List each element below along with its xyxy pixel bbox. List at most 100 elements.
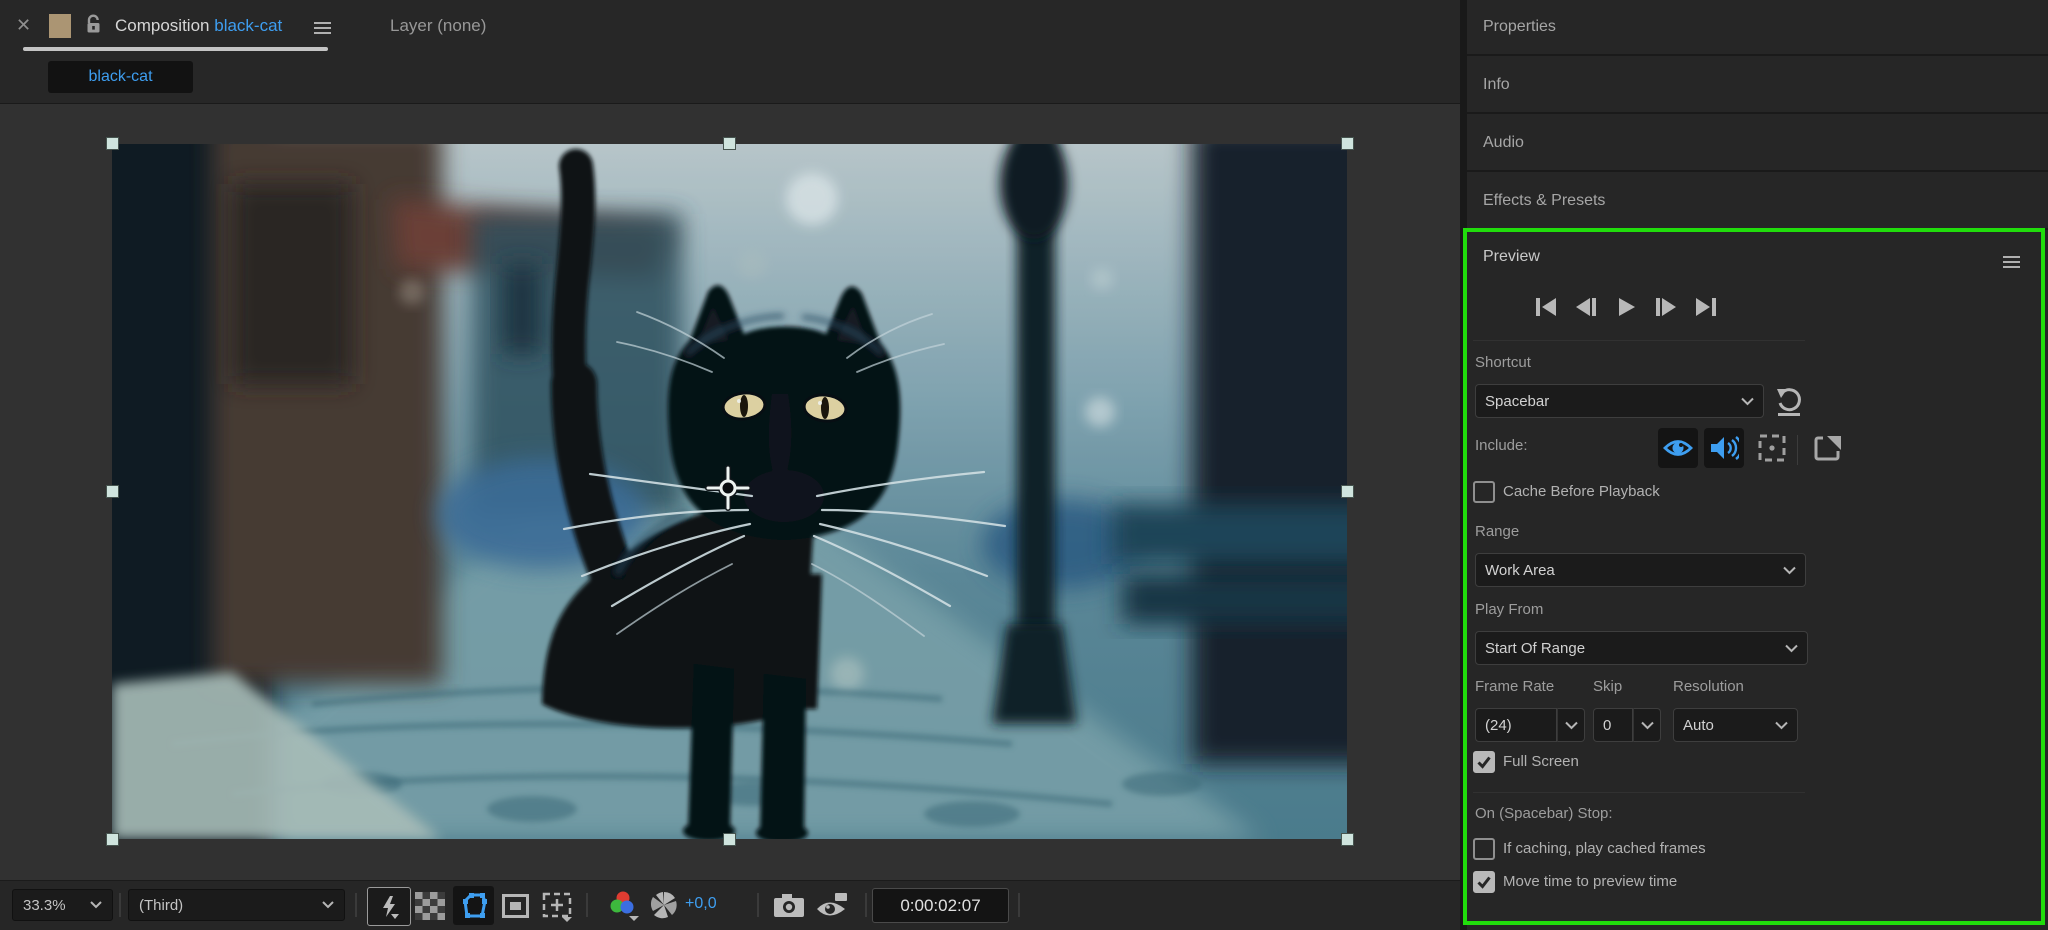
preview-time-value: 0:00:02:07 (900, 895, 981, 915)
eye-icon (1663, 440, 1693, 456)
cache-before-playback-checkbox[interactable] (1473, 481, 1495, 503)
snapshot-camera-icon (774, 894, 804, 917)
chevron-down-icon (90, 901, 102, 909)
exposure-button[interactable] (650, 891, 678, 924)
selection-handle-bottom-left[interactable] (106, 833, 119, 846)
move-time-label: Move time to preview time (1503, 873, 1678, 890)
first-frame-button[interactable] (1533, 294, 1559, 320)
on-stop-label: On (Spacebar) Stop: (1475, 805, 1613, 822)
resolution-preview-dropdown[interactable]: Auto (1673, 708, 1798, 742)
play-from-value: Start Of Range (1485, 639, 1586, 657)
previous-frame-button[interactable] (1573, 294, 1599, 320)
panel-tab-bar: ✕ Composition black-cat Layer (none) (0, 0, 1460, 58)
chevron-down-icon (1775, 721, 1788, 729)
transport-controls (1533, 294, 1719, 320)
resolution-dropdown[interactable]: (Third) (128, 889, 345, 921)
frame-rate-chevron[interactable] (1557, 708, 1585, 742)
play-from-dropdown[interactable]: Start Of Range (1475, 631, 1808, 665)
next-frame-button[interactable] (1653, 294, 1679, 320)
transparency-grid-icon (415, 892, 445, 920)
move-time-checkbox[interactable] (1473, 871, 1495, 893)
preview-panel-menu-icon[interactable] (2003, 253, 2020, 271)
exposure-offset-value[interactable]: +0,0 (685, 895, 717, 913)
tab-composition-name: black-cat (214, 16, 283, 35)
region-of-interest-icon (502, 894, 529, 918)
play-from-label: Play From (1475, 601, 1544, 618)
preview-time-field[interactable]: 0:00:02:07 (872, 888, 1009, 923)
viewer-toolbar: 33.3% (Third) +0,0 0:00:02:07 (0, 880, 1460, 930)
play-button[interactable] (1613, 294, 1639, 320)
selection-handle-top-right[interactable] (1341, 137, 1354, 150)
range-dropdown[interactable]: Work Area (1475, 553, 1806, 587)
color-swatch[interactable] (49, 14, 71, 38)
magnification-value: 33.3% (23, 896, 66, 914)
channel-color-icon (610, 891, 639, 921)
after-effects-window: ✕ Composition black-cat Layer (none) bla… (0, 0, 2048, 930)
speaker-icon (1711, 436, 1739, 460)
exposure-icon (650, 891, 677, 919)
selection-handle-bottom-center[interactable] (723, 833, 736, 846)
shortcut-label: Shortcut (1475, 354, 1531, 371)
skip-dropdown[interactable]: 0 (1593, 708, 1633, 742)
composition-viewer-panel: ✕ Composition black-cat Layer (none) bla… (0, 0, 1460, 930)
range-value: Work Area (1485, 561, 1555, 579)
if-caching-label: If caching, play cached frames (1503, 840, 1706, 857)
mask-visibility-icon (462, 892, 487, 918)
reset-shortcut-icon[interactable] (1775, 387, 1803, 422)
selection-handle-middle-right[interactable] (1341, 485, 1354, 498)
selection-handle-top-center[interactable] (723, 137, 736, 150)
panel-header-info[interactable]: Info (1467, 58, 2048, 114)
tab-menu-icon[interactable] (314, 19, 331, 37)
chevron-down-icon (1741, 397, 1754, 405)
close-icon[interactable]: ✕ (16, 16, 31, 34)
last-frame-button[interactable] (1693, 294, 1719, 320)
panel-header-properties[interactable]: Properties (1467, 0, 2048, 56)
composition-view-area[interactable] (0, 103, 1460, 881)
grid-guides-button[interactable] (542, 892, 574, 927)
shortcut-dropdown[interactable]: Spacebar (1475, 384, 1764, 418)
frame-rate-value: (24) (1485, 716, 1512, 734)
transparency-grid-button[interactable] (415, 892, 445, 925)
skip-chevron[interactable] (1633, 708, 1661, 742)
preview-panel-title[interactable]: Preview (1483, 248, 1540, 266)
panel-header-audio[interactable]: Audio (1467, 116, 2048, 172)
region-of-interest-button[interactable] (502, 894, 529, 923)
include-overlays-button[interactable] (1754, 430, 1790, 466)
channel-color-button[interactable] (607, 890, 639, 927)
tab-layer[interactable]: Layer (none) (390, 16, 486, 36)
show-snapshot-icon (817, 893, 847, 916)
include-audio-button[interactable] (1704, 428, 1744, 468)
skip-label: Skip (1593, 678, 1623, 695)
include-video-button[interactable] (1658, 428, 1698, 468)
resolution-preview-value: Auto (1683, 716, 1714, 734)
chevron-down-icon (322, 901, 334, 909)
magnification-dropdown[interactable]: 33.3% (12, 889, 113, 921)
skip-value: 0 (1603, 716, 1612, 734)
selection-handle-bottom-right[interactable] (1341, 833, 1354, 846)
selection-handle-top-left[interactable] (106, 137, 119, 150)
chevron-down-icon (1564, 721, 1578, 729)
fast-previews-icon (383, 895, 399, 919)
play-external-button[interactable] (1810, 430, 1846, 466)
shortcut-value: Spacebar (1485, 392, 1550, 410)
take-snapshot-button[interactable] (773, 893, 805, 923)
grid-guides-icon (542, 892, 572, 922)
resolution-value: (Third) (139, 896, 184, 914)
full-screen-checkbox[interactable] (1473, 751, 1495, 773)
panel-header-effects-presets[interactable]: Effects & Presets (1467, 174, 2048, 230)
chevron-down-icon (1640, 721, 1654, 729)
if-caching-checkbox[interactable] (1473, 838, 1495, 860)
tab-composition[interactable]: Composition black-cat (115, 16, 282, 36)
show-snapshot-button[interactable] (815, 892, 849, 924)
resolution-label: Resolution (1673, 678, 1744, 695)
selection-handle-middle-left[interactable] (106, 485, 119, 498)
unlock-icon[interactable] (85, 13, 103, 40)
composition-image (112, 144, 1347, 839)
include-label: Include: (1475, 437, 1528, 454)
composition-view-tab[interactable]: black-cat (48, 61, 193, 93)
mask-visibility-button[interactable] (453, 886, 494, 925)
full-screen-label: Full Screen (1503, 753, 1579, 770)
overlays-icon (1758, 434, 1786, 462)
fast-previews-button[interactable] (367, 887, 411, 926)
frame-rate-dropdown[interactable]: (24) (1475, 708, 1557, 742)
